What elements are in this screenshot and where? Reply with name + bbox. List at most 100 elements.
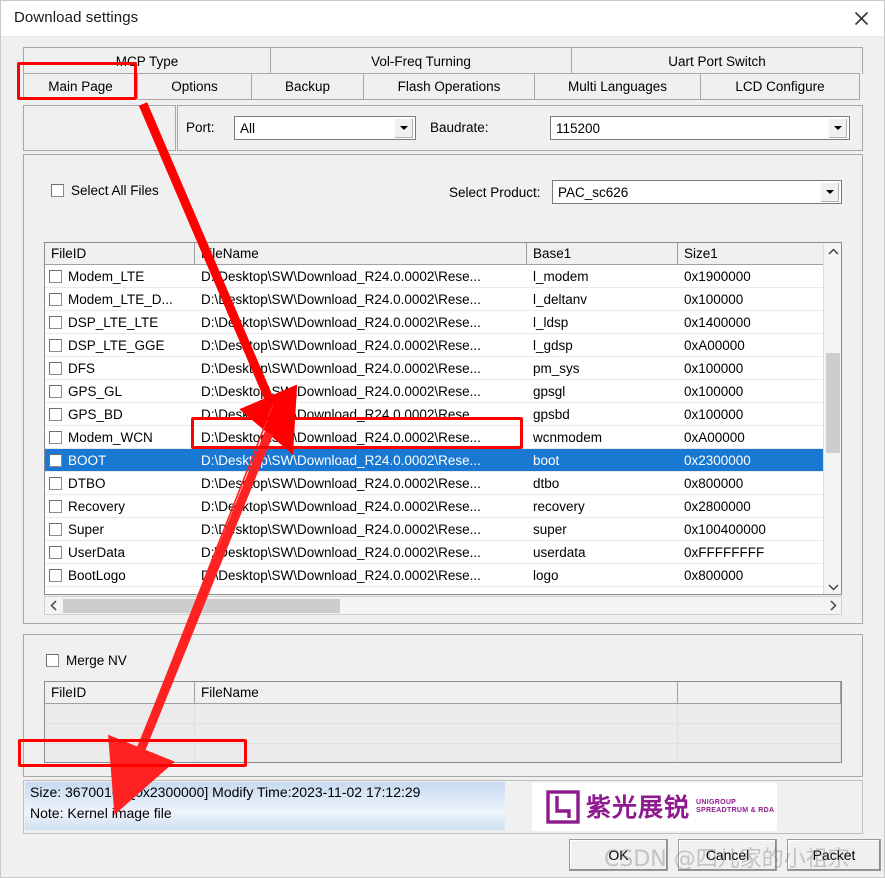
column-header-extra[interactable] <box>678 682 841 704</box>
checkbox-icon[interactable] <box>49 362 62 375</box>
tab-backup[interactable]: Backup <box>251 73 364 100</box>
column-label: FileName <box>201 246 259 261</box>
checkbox-icon[interactable] <box>46 654 59 667</box>
ok-button[interactable]: OK <box>569 839 668 871</box>
column-header-size1[interactable]: Size1 <box>678 243 825 265</box>
cell-text: logo <box>533 568 559 583</box>
file-list-horizontal-scrollbar[interactable] <box>44 596 842 615</box>
tab-options[interactable]: Options <box>137 73 252 100</box>
table-row[interactable]: BootLogo D:\Desktop\SW\Download_R24.0.000… <box>45 564 825 587</box>
column-header-base1[interactable]: Base1 <box>527 243 678 265</box>
cell-text: D:\Desktop\SW\Download_R24.0.0002\Rese..… <box>201 269 481 284</box>
table-row[interactable]: DFS D:\Desktop\SW\Download_R24.0.0002\Res… <box>45 357 825 380</box>
cell-filename: D:\Desktop\SW\Download_R24.0.0002\Rese..… <box>195 265 527 288</box>
title-bar: Download settings <box>1 1 884 37</box>
checkbox-icon[interactable] <box>49 408 62 421</box>
checkbox-icon[interactable] <box>49 546 62 559</box>
checkbox-icon[interactable] <box>49 270 62 283</box>
merge-nv-panel: Merge NV FileID FileName <box>23 634 863 777</box>
checkbox-icon[interactable] <box>49 385 62 398</box>
dialog-client-area: MCP Type Vol-Freq Turning Uart Port Swit… <box>1 37 884 877</box>
port-combo-value: All <box>240 120 256 136</box>
select-product-combo[interactable]: PAC_sc626 <box>552 180 842 204</box>
checkbox-icon[interactable] <box>49 500 62 513</box>
list-item[interactable] <box>45 724 841 744</box>
file-list-vertical-scrollbar[interactable] <box>823 243 841 594</box>
tab-main-page[interactable]: Main Page <box>23 73 138 100</box>
packet-button[interactable]: Packet <box>787 839 881 871</box>
chevron-left-icon[interactable] <box>45 597 62 614</box>
list-item[interactable] <box>45 704 841 724</box>
column-header-fileid[interactable]: FileID <box>45 243 195 265</box>
checkbox-icon[interactable] <box>51 184 64 197</box>
checkbox-icon[interactable] <box>49 431 62 444</box>
select-all-files-checkbox[interactable]: Select All Files <box>51 183 159 198</box>
cancel-button[interactable]: Cancel <box>678 839 777 871</box>
table-row[interactable]: DSP_LTE_GGE D:\Desktop\SW\Download_R24.0.… <box>45 334 825 357</box>
chevron-down-icon[interactable] <box>820 182 839 202</box>
table-row[interactable]: Recovery D:\Desktop\SW\Download_R24.0.000… <box>45 495 825 518</box>
cell-base1: recovery <box>527 495 678 518</box>
cell-filename: D:\Desktop\SW\Download_R24.0.0002\Rese..… <box>195 357 527 380</box>
tab-uart-port-switch[interactable]: Uart Port Switch <box>571 47 863 74</box>
table-row[interactable]: UserData D:\Desktop\SW\Download_R24.0.000… <box>45 541 825 564</box>
table-row[interactable]: Modem_WCN D:\Desktop\SW\Download_R24.0.00… <box>45 426 825 449</box>
cell-filename: D:\Desktop\SW\Download_R24.0.0002\Rese..… <box>195 288 527 311</box>
tab-vol-freq-turning[interactable]: Vol-Freq Turning <box>270 47 572 74</box>
scrollbar-thumb[interactable] <box>826 353 840 453</box>
port-combo[interactable]: All <box>234 116 416 140</box>
cell-base1: dtbo <box>527 472 678 495</box>
table-row[interactable]: Modem_LTE_D... D:\Desktop\SW\Download_R24… <box>45 288 825 311</box>
checkbox-icon[interactable] <box>49 339 62 352</box>
scrollbar-thumb[interactable] <box>63 599 340 613</box>
checkbox-icon[interactable] <box>49 477 62 490</box>
cell-base1: super <box>527 518 678 541</box>
tab-lcd-configure[interactable]: LCD Configure <box>700 73 860 100</box>
table-row[interactable]: BOOT D:\Desktop\SW\Download_R24.0.0002\Re… <box>45 449 825 472</box>
close-icon[interactable] <box>838 1 884 36</box>
select-product-combo-value: PAC_sc626 <box>558 184 629 200</box>
cell-size1: 0x1400000 <box>678 311 825 334</box>
chevron-down-icon[interactable] <box>828 118 847 138</box>
logo-english-text: UNIGROUP SPREADTRUM & RDA <box>696 799 774 815</box>
cell-size1: 0x800000 <box>678 472 825 495</box>
cell-text: l_ldsp <box>533 315 569 330</box>
download-settings-dialog: Download settings MCP Type Vol-Freq Turn… <box>0 0 885 878</box>
merge-nv-list[interactable]: FileID FileName <box>44 681 842 763</box>
file-list[interactable]: FileID FileName Base1 Size1 Modem_LTE D:\… <box>44 242 842 595</box>
cell-text: wcnmodem <box>533 430 603 445</box>
baudrate-combo[interactable]: 115200 <box>550 116 850 140</box>
checkbox-icon[interactable] <box>49 523 62 536</box>
checkbox-icon[interactable] <box>49 316 62 329</box>
chevron-down-icon[interactable] <box>394 118 413 138</box>
table-row[interactable]: Modem_LTE D:\Desktop\SW\Download_R24.0.00… <box>45 265 825 288</box>
cell-text: userdata <box>533 545 586 560</box>
list-item[interactable] <box>45 744 841 762</box>
tab-label: Vol-Freq Turning <box>371 53 471 69</box>
checkbox-icon[interactable] <box>49 569 62 582</box>
merge-nv-checkbox[interactable]: Merge NV <box>46 653 127 668</box>
cell-filename: D:\Desktop\SW\Download_R24.0.0002\Rese..… <box>195 449 527 472</box>
button-label: OK <box>608 847 629 863</box>
cell-text: 0x800000 <box>684 476 744 491</box>
column-header-fileid[interactable]: FileID <box>45 682 195 704</box>
table-row[interactable]: GPS_BD D:\Desktop\SW\Download_R24.0.0002\… <box>45 403 825 426</box>
table-row[interactable]: DTBO D:\Desktop\SW\Download_R24.0.0002\Re… <box>45 472 825 495</box>
cell-text: Recovery <box>68 499 126 514</box>
checkbox-icon[interactable] <box>49 293 62 306</box>
tab-multi-languages[interactable]: Multi Languages <box>534 73 701 100</box>
tab-mcp-type[interactable]: MCP Type <box>23 47 271 74</box>
column-header-filename[interactable]: FileName <box>195 243 527 265</box>
table-row[interactable]: Super D:\Desktop\SW\Download_R24.0.0002\R… <box>45 518 825 541</box>
table-row[interactable]: GPS_GL D:\Desktop\SW\Download_R24.0.0002\… <box>45 380 825 403</box>
cell-fileid: BootLogo <box>45 564 195 587</box>
chevron-up-icon[interactable] <box>824 243 841 261</box>
tab-flash-operations[interactable]: Flash Operations <box>363 73 535 100</box>
chevron-right-icon[interactable] <box>824 597 841 614</box>
column-header-filename[interactable]: FileName <box>195 682 678 704</box>
tab-label: Backup <box>284 79 331 94</box>
cell-text: Modem_WCN <box>68 430 153 445</box>
chevron-down-icon[interactable] <box>824 578 841 594</box>
checkbox-icon[interactable] <box>49 454 62 467</box>
table-row[interactable]: DSP_LTE_LTE D:\Desktop\SW\Download_R24.0.… <box>45 311 825 334</box>
